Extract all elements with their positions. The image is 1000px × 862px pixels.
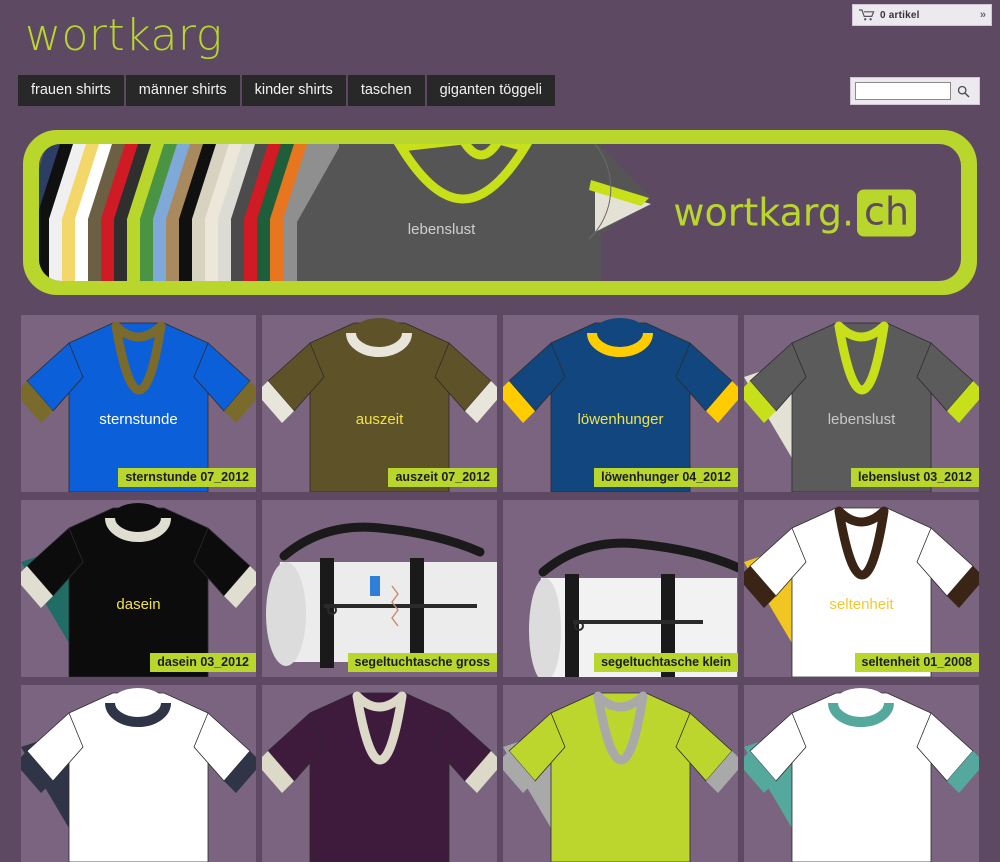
product-label: lebenslust 03_2012 bbox=[851, 468, 979, 487]
product-image bbox=[503, 315, 738, 492]
shirt-print-text: dasein bbox=[116, 596, 161, 613]
product-image bbox=[262, 685, 497, 862]
product-label: segeltuchtasche klein bbox=[594, 653, 738, 672]
banner-brand-text: wortkarg. bbox=[673, 190, 855, 235]
product-tile[interactable]: seltenheit 01_2008 seltenheit bbox=[744, 500, 979, 677]
product-tile[interactable]: lebenslust 03_2012 lebenslust bbox=[744, 315, 979, 492]
search-icon bbox=[957, 85, 970, 98]
search-button[interactable] bbox=[951, 81, 975, 101]
nav-item-giganten-toeggeli[interactable]: giganten töggeli bbox=[426, 75, 556, 106]
product-label: löwenhunger 04_2012 bbox=[594, 468, 738, 487]
nav-item-taschen[interactable]: taschen bbox=[347, 75, 425, 106]
product-image bbox=[262, 500, 497, 677]
search-input[interactable] bbox=[855, 82, 951, 100]
shopping-cart-icon bbox=[859, 9, 875, 21]
product-tile[interactable]: sternstunde 07_2012 sternstunde bbox=[21, 315, 256, 492]
product-tile[interactable] bbox=[262, 685, 497, 862]
shirt-print-text: sternstunde bbox=[99, 411, 178, 428]
shirt-print-text: seltenheit bbox=[829, 596, 894, 613]
product-label: sternstunde 07_2012 bbox=[118, 468, 256, 487]
product-image bbox=[503, 685, 738, 862]
cart-bar[interactable]: 0 artikel » bbox=[852, 4, 992, 26]
hero-banner-inner: lebenslust wortkarg. ch bbox=[39, 144, 961, 281]
product-tile[interactable]: segeltuchtasche klein bbox=[503, 500, 738, 677]
site-logo[interactable]: wortkarg bbox=[25, 10, 223, 61]
product-grid: sternstunde 07_2012 sternstunde auszeit 0… bbox=[21, 315, 981, 862]
main-navigation: frauen shirts männer shirts kinder shirt… bbox=[18, 75, 556, 106]
nav-item-frauen-shirts[interactable]: frauen shirts bbox=[18, 75, 124, 106]
product-image bbox=[744, 315, 979, 492]
nav-item-maenner-shirts[interactable]: männer shirts bbox=[125, 75, 240, 106]
shirt-print-text: lebenslust bbox=[827, 411, 896, 428]
cart-expand-icon[interactable]: » bbox=[980, 9, 986, 21]
product-image bbox=[744, 500, 979, 677]
product-image bbox=[21, 500, 256, 677]
product-tile[interactable]: auszeit 07_2012 auszeit bbox=[262, 315, 497, 492]
product-label: segeltuchtasche gross bbox=[347, 653, 497, 672]
product-tile[interactable] bbox=[744, 685, 979, 862]
product-image bbox=[744, 685, 979, 862]
product-label: dasein 03_2012 bbox=[150, 653, 256, 672]
banner-brand: wortkarg. ch bbox=[673, 189, 917, 236]
product-tile[interactable]: segeltuchtasche gross bbox=[262, 500, 497, 677]
shirt-print-text: auszeit bbox=[355, 411, 404, 428]
nav-item-kinder-shirts[interactable]: kinder shirts bbox=[241, 75, 346, 106]
hero-banner[interactable]: lebenslust wortkarg. ch bbox=[23, 130, 977, 295]
product-tile[interactable] bbox=[503, 685, 738, 862]
product-tile[interactable]: dasein 03_2012 dasein bbox=[21, 500, 256, 677]
banner-brand-suffix: ch bbox=[857, 189, 917, 236]
product-image bbox=[503, 500, 738, 677]
product-image bbox=[262, 315, 497, 492]
shirt-print-text: löwenhunger bbox=[577, 411, 664, 428]
product-image bbox=[21, 315, 256, 492]
product-label: auszeit 07_2012 bbox=[388, 468, 497, 487]
cart-count-label: 0 artikel bbox=[880, 9, 920, 21]
product-label: seltenheit 01_2008 bbox=[854, 653, 979, 672]
search-box bbox=[850, 77, 980, 105]
product-tile[interactable] bbox=[21, 685, 256, 862]
banner-shirt-text: lebenslust bbox=[407, 220, 476, 238]
product-tile[interactable]: löwenhunger 04_2012 löwenhunger bbox=[503, 315, 738, 492]
product-image bbox=[21, 685, 256, 862]
